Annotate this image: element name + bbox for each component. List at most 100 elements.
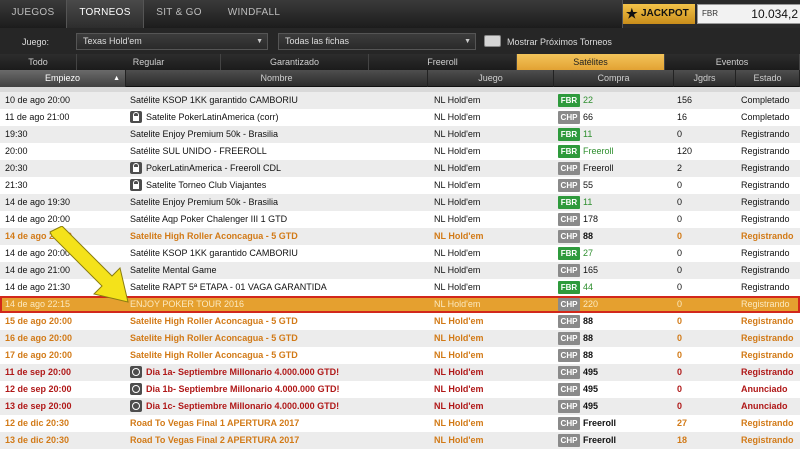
tab-windfall[interactable]: WINDFALL <box>214 0 294 28</box>
table-row[interactable]: 14 de ago 19:30 Satelite Enjoy Premium 50… <box>0 194 800 211</box>
chips-select-value: Todas las fichas <box>285 36 350 46</box>
row-status: Registrando <box>741 177 800 194</box>
row-name: Road To Vegas Final 1 APERTURA 2017 <box>130 415 430 432</box>
row-start: 20:00 <box>5 143 125 160</box>
row-status: Anunciado <box>741 398 800 415</box>
currency-badge: CHP <box>558 213 580 226</box>
currency-badge: CHP <box>558 230 580 243</box>
currency-badge: CHP <box>558 434 580 447</box>
table-row[interactable]: 13 de dic 20:30 Road To Vegas Final 2 APE… <box>0 432 800 449</box>
column-header-buyin[interactable]: Compra <box>554 70 674 87</box>
row-status-text: Registrando <box>741 248 790 258</box>
chips-select[interactable]: Todas las fichas ▼ <box>278 33 476 50</box>
row-name-text: Satelite High Roller Aconcagua - 5 GTD <box>130 350 298 360</box>
row-game: NL Hold'em <box>434 279 554 296</box>
buyin-amount: 88 <box>583 316 594 326</box>
tab-eventos[interactable]: Eventos <box>665 54 800 70</box>
buyin-amount: 88 <box>583 231 594 241</box>
row-players-text: 2 <box>677 163 683 173</box>
row-game: NL Hold'em <box>434 245 554 262</box>
row-players: 0 <box>677 177 737 194</box>
row-buyin: CHP 495 <box>558 381 676 398</box>
tab-freeroll[interactable]: Freeroll <box>369 54 517 70</box>
row-players-text: 0 <box>677 333 683 343</box>
row-name: Satelite High Roller Aconcagua - 5 GTD <box>130 347 430 364</box>
tab-regular[interactable]: Regular <box>77 54 221 70</box>
lock-icon <box>130 179 142 191</box>
buyin-amount: 66 <box>583 112 594 122</box>
column-header-name[interactable]: Nombre <box>126 70 428 87</box>
buyin-amount: 495 <box>583 401 599 411</box>
row-name: Satélite SUL UNIDO - FREEROLL <box>130 143 430 160</box>
row-game-text: NL Hold'em <box>434 384 484 394</box>
tab-satelites[interactable]: Satélites <box>517 54 665 70</box>
jackpot-label: JACKPOT <box>641 8 689 19</box>
currency-badge: CHP <box>558 111 580 124</box>
row-status: Registrando <box>741 211 800 228</box>
table-row[interactable]: 12 de dic 20:30 Road To Vegas Final 1 APE… <box>0 415 800 432</box>
row-game-text: NL Hold'em <box>434 333 484 343</box>
category-tabs: Todo Regular Garantizado Freeroll Satéli… <box>0 54 800 70</box>
table-row[interactable]: 15 de ago 20:00 Satelite High Roller Acon… <box>0 313 800 330</box>
chevron-down-icon: ▼ <box>464 38 471 45</box>
table-row[interactable]: 11 de ago 21:00 Satelite PokerLatinAmeric… <box>0 109 800 126</box>
row-game-text: NL Hold'em <box>434 95 481 105</box>
row-game-text: NL Hold'em <box>434 418 484 428</box>
row-status: Registrando <box>741 415 800 432</box>
show-next-checkbox[interactable] <box>484 35 501 47</box>
table-row[interactable]: 16 de ago 20:00 Satelite High Roller Acon… <box>0 330 800 347</box>
table-row[interactable]: 19:30 Satelite Enjoy Premium 50k - Brasil… <box>0 126 800 143</box>
row-start-text: 11 de ago 21:00 <box>5 112 70 122</box>
row-players: 120 <box>677 143 737 160</box>
table-row[interactable]: 11 de sep 20:00 Dia 1a- Septiembre Millon… <box>0 364 800 381</box>
row-buyin: CHP 66 <box>558 109 676 126</box>
row-buyin: FBR 22 <box>558 92 676 109</box>
table-row[interactable]: 17 de ago 20:00 Satelite High Roller Acon… <box>0 347 800 364</box>
tab-torneos[interactable]: TORNEOS <box>66 0 144 28</box>
jackpot-value: 10.034,2 <box>751 7 798 21</box>
row-status-text: Registrando <box>741 214 790 224</box>
row-start-text: 16 de ago 20:00 <box>5 333 73 343</box>
row-status: Registrando <box>741 194 800 211</box>
row-start-text: 20:30 <box>5 163 28 173</box>
column-header-players[interactable]: Jgdrs <box>674 70 736 87</box>
tab-juegos[interactable]: JUEGOS <box>0 0 66 28</box>
table-row[interactable]: 21:30 Satelite Torneo Club Viajantes NL Ho… <box>0 177 800 194</box>
buyin-amount: 495 <box>583 367 599 377</box>
row-buyin: CHP 88 <box>558 347 676 364</box>
table-row[interactable]: 12 de sep 20:00 Dia 1b- Septiembre Millon… <box>0 381 800 398</box>
column-header-status[interactable]: Estado <box>736 70 800 87</box>
row-name: Satelite Mental Game <box>130 262 430 279</box>
row-players: 0 <box>677 126 737 143</box>
table-row[interactable]: 20:00 Satélite SUL UNIDO - FREEROLL NL Hol… <box>0 143 800 160</box>
row-status: Registrando <box>741 364 800 381</box>
table-row[interactable]: 20:30 PokerLatinAmerica - Freeroll CDL NL … <box>0 160 800 177</box>
game-select[interactable]: Texas Hold'em ▼ <box>76 33 268 50</box>
table-row[interactable]: 13 de sep 20:00 Dia 1c- Septiembre Millon… <box>0 398 800 415</box>
row-players: 0 <box>677 296 737 313</box>
row-buyin: CHP 495 <box>558 398 676 415</box>
lock-icon <box>130 162 142 174</box>
row-name-text: Satelite High Roller Aconcagua - 5 GTD <box>130 333 298 343</box>
row-players-text: 0 <box>677 384 683 394</box>
tab-sit-and-go[interactable]: SIT & GO <box>144 0 214 28</box>
tab-todo[interactable]: Todo <box>0 54 77 70</box>
row-name: Satelite High Roller Aconcagua - 5 GTD <box>130 313 430 330</box>
row-game-text: NL Hold'em <box>434 248 481 258</box>
row-status: Registrando <box>741 160 800 177</box>
row-status-text: Anunciado <box>741 401 788 411</box>
row-name-text: Satélite KSOP 1KK garantido CAMBORIU <box>130 95 298 105</box>
jackpot-display: FBR 10.034,2 <box>697 4 800 24</box>
currency-badge: FBR <box>558 281 580 294</box>
row-name: Dia 1b- Septiembre Millonario 4.000.000 … <box>130 381 430 398</box>
row-buyin: CHP 165 <box>558 262 676 279</box>
row-game: NL Hold'em <box>434 228 554 245</box>
row-players: 0 <box>677 313 737 330</box>
tab-garantizado[interactable]: Garantizado <box>221 54 369 70</box>
row-players: 0 <box>677 228 737 245</box>
column-header-game[interactable]: Juego <box>428 70 554 87</box>
table-row[interactable]: 10 de ago 20:00 Satélite KSOP 1KK garanti… <box>0 92 800 109</box>
row-players-text: 0 <box>677 367 683 377</box>
row-game-text: NL Hold'em <box>434 146 481 156</box>
column-header-start[interactable]: Empiezo ▲ <box>0 70 126 87</box>
